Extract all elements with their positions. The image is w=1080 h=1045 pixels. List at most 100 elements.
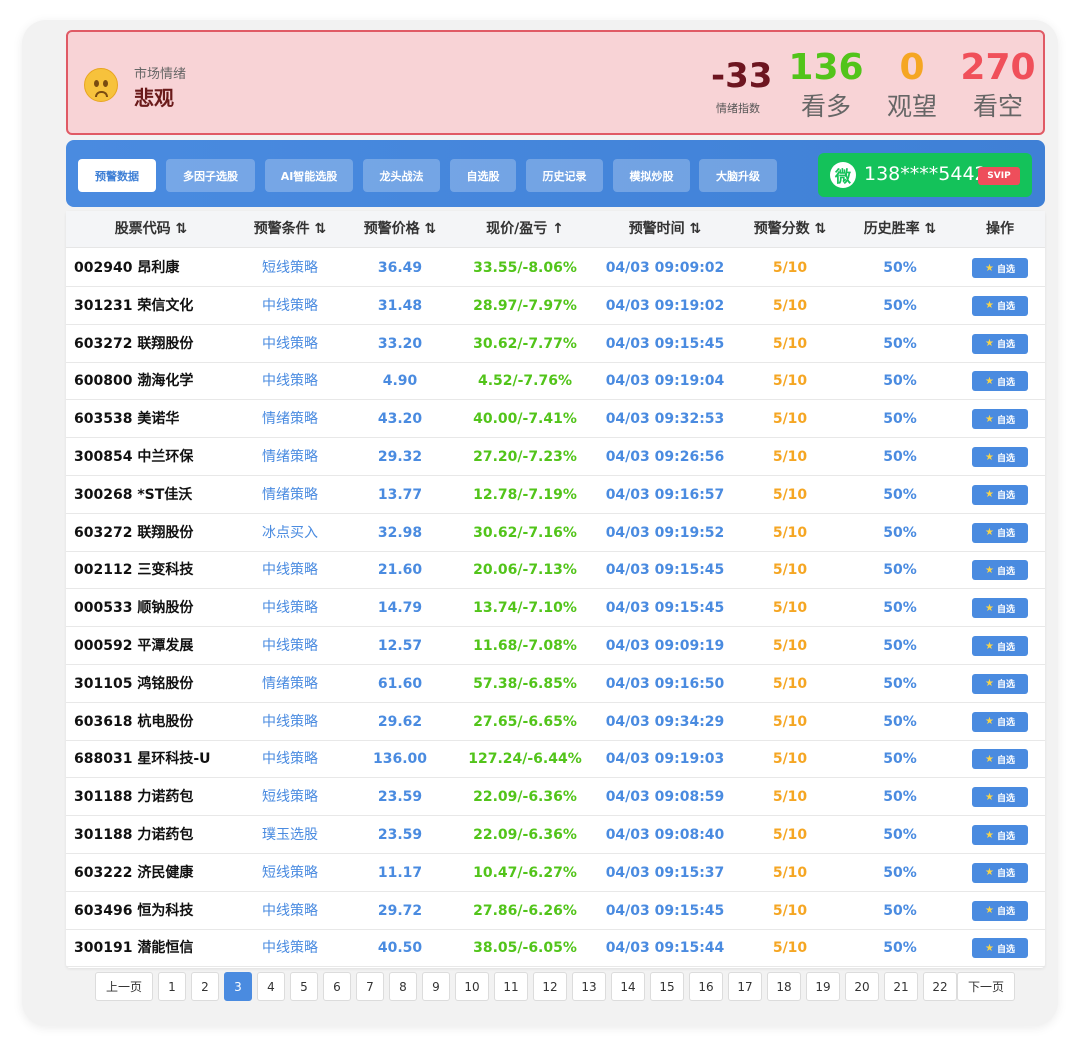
stock-code-name[interactable]: 603272 联翔股份 (74, 514, 193, 552)
alert-condition[interactable]: 情绪策略 (240, 665, 340, 703)
alert-condition[interactable]: 中线策略 (240, 287, 340, 325)
page-10-button[interactable]: 10 (455, 972, 489, 1001)
stock-code-name[interactable]: 300191 潜能恒信 (74, 929, 193, 967)
alert-condition[interactable]: 中线策略 (240, 551, 340, 589)
stock-code-name[interactable]: 301231 荣信文化 (74, 287, 193, 325)
alert-score: 5/10 (772, 335, 808, 352)
alert-condition[interactable]: 短线策略 (240, 778, 340, 816)
add-to-watchlist-button[interactable]: ★ 自选 (972, 447, 1028, 467)
tab-ai-picks[interactable]: AI智能选股 (265, 159, 353, 192)
stock-code-name[interactable]: 000533 顺钠股份 (74, 589, 193, 627)
page-22-button[interactable]: 22 (923, 972, 957, 1001)
add-to-watchlist-button[interactable]: ★ 自选 (972, 900, 1028, 921)
header-condition[interactable]: 预警条件 ⇅ (240, 211, 340, 248)
add-to-watchlist-button[interactable]: ★ 自选 (972, 522, 1028, 543)
alert-condition[interactable]: 情绪策略 (240, 438, 340, 476)
alert-condition[interactable]: 中线策略 (240, 892, 340, 930)
add-to-watchlist-button[interactable]: ★ 自选 (972, 636, 1028, 656)
add-to-watchlist-button[interactable]: ★ 自选 (972, 295, 1028, 316)
add-to-watchlist-button[interactable]: ★ 自选 (972, 371, 1028, 392)
add-to-watchlist-button[interactable]: ★ 自选 (972, 825, 1028, 845)
win-rate: 50% (883, 373, 917, 390)
add-to-watchlist-button[interactable]: ★ 自选 (972, 333, 1028, 354)
page-15-button[interactable]: 15 (650, 972, 684, 1001)
stock-code-name[interactable]: 603538 美诺华 (74, 400, 179, 438)
stock-code-name[interactable]: 603496 恒为科技 (74, 892, 193, 930)
alert-condition[interactable]: 短线策略 (240, 249, 340, 287)
stock-code-name[interactable]: 603618 杭电股份 (74, 703, 193, 741)
page-21-button[interactable]: 21 (884, 972, 918, 1001)
stock-code-name[interactable]: 603222 济民健康 (74, 854, 193, 892)
stock-code-name[interactable]: 301105 鸿铭股份 (74, 665, 193, 703)
tab-history[interactable]: 历史记录 (526, 159, 603, 192)
header-alert-price[interactable]: 预警价格 ⇅ (350, 211, 450, 248)
page-8-button[interactable]: 8 (389, 972, 417, 1001)
page-3-button[interactable]: 3 (224, 972, 252, 1001)
tab-brain-upgrade[interactable]: 大脑升级 (699, 159, 777, 192)
page-14-button[interactable]: 14 (611, 972, 645, 1001)
next-page-button[interactable]: 下一页 (957, 972, 1015, 1001)
page-13-button[interactable]: 13 (572, 972, 606, 1001)
stock-code-name[interactable]: 301188 力诺药包 (74, 778, 193, 816)
tab-watchlist[interactable]: 自选股 (450, 159, 516, 192)
alert-condition[interactable]: 中线策略 (240, 929, 340, 967)
page-4-button[interactable]: 4 (257, 972, 285, 1001)
header-stock-code[interactable]: 股票代码 ⇅ (96, 211, 206, 248)
stock-code-name[interactable]: 301188 力诺药包 (74, 816, 193, 854)
stock-code-name[interactable]: 002940 昂利康 (74, 249, 179, 287)
page-20-button[interactable]: 20 (845, 972, 879, 1001)
add-to-watchlist-button[interactable]: ★ 自选 (972, 258, 1028, 278)
page-18-button[interactable]: 18 (767, 972, 801, 1001)
tab-alert-data[interactable]: 预警数据 (78, 159, 156, 192)
header-alert-time[interactable]: 预警时间 ⇅ (605, 211, 725, 248)
tab-multifactor[interactable]: 多因子选股 (166, 159, 255, 192)
alert-condition[interactable]: 短线策略 (240, 854, 340, 892)
prev-page-button[interactable]: 上一页 (95, 972, 153, 1001)
page-6-button[interactable]: 6 (323, 972, 351, 1001)
alert-condition[interactable]: 冰点买入 (240, 514, 340, 552)
page-7-button[interactable]: 7 (356, 972, 384, 1001)
add-to-watchlist-button[interactable]: ★ 自选 (972, 749, 1028, 770)
stock-code-name[interactable]: 000592 平潭发展 (74, 627, 193, 665)
alert-condition[interactable]: 璞玉选股 (240, 816, 340, 854)
page-9-button[interactable]: 9 (422, 972, 450, 1001)
alert-condition[interactable]: 情绪策略 (240, 476, 340, 514)
page-1-button[interactable]: 1 (158, 972, 186, 1001)
stock-code-name[interactable]: 600800 渤海化学 (74, 362, 193, 400)
stock-code-name[interactable]: 688031 星环科技-U (74, 740, 211, 778)
header-current-pnl[interactable]: 现价/盈亏 ↑ (460, 211, 590, 248)
alert-condition[interactable]: 中线策略 (240, 740, 340, 778)
alert-condition[interactable]: 中线策略 (240, 703, 340, 741)
alert-condition[interactable]: 中线策略 (240, 589, 340, 627)
add-to-watchlist-button[interactable]: ★ 自选 (972, 862, 1028, 883)
page-2-button[interactable]: 2 (191, 972, 219, 1001)
alert-condition[interactable]: 中线策略 (240, 627, 340, 665)
add-to-watchlist-button[interactable]: ★ 自选 (972, 787, 1028, 808)
stock-code-name[interactable]: 300854 中兰环保 (74, 438, 193, 476)
page-11-button[interactable]: 11 (494, 972, 528, 1001)
add-to-watchlist-button[interactable]: ★ 自选 (972, 938, 1028, 959)
add-to-watchlist-button[interactable]: ★ 自选 (972, 673, 1028, 694)
add-to-watchlist-button[interactable]: ★ 自选 (972, 711, 1028, 732)
page-17-button[interactable]: 17 (728, 972, 762, 1001)
stock-code-name[interactable]: 300268 *ST佳沃 (74, 476, 192, 514)
header-win-rate[interactable]: 历史胜率 ⇅ (850, 211, 950, 248)
alert-condition[interactable]: 中线策略 (240, 362, 340, 400)
add-to-watchlist-button[interactable]: ★ 自选 (972, 598, 1028, 619)
tab-leader-strategy[interactable]: 龙头战法 (363, 159, 440, 192)
add-to-watchlist-button[interactable]: ★ 自选 (972, 484, 1028, 505)
page-12-button[interactable]: 12 (533, 972, 567, 1001)
alert-condition[interactable]: 情绪策略 (240, 400, 340, 438)
user-account[interactable]: 微 138****5442 SVIP (818, 153, 1032, 197)
stock-code-name[interactable]: 603272 联翔股份 (74, 325, 193, 363)
tab-paper-trading[interactable]: 模拟炒股 (613, 159, 690, 192)
header-score[interactable]: 预警分数 ⇅ (740, 211, 840, 248)
alert-price: 23.59 (377, 827, 423, 843)
page-19-button[interactable]: 19 (806, 972, 840, 1001)
alert-condition[interactable]: 中线策略 (240, 325, 340, 363)
stock-code-name[interactable]: 002112 三变科技 (74, 551, 193, 589)
page-5-button[interactable]: 5 (290, 972, 318, 1001)
add-to-watchlist-button[interactable]: ★ 自选 (972, 409, 1028, 430)
page-16-button[interactable]: 16 (689, 972, 723, 1001)
add-to-watchlist-button[interactable]: ★ 自选 (972, 560, 1028, 581)
